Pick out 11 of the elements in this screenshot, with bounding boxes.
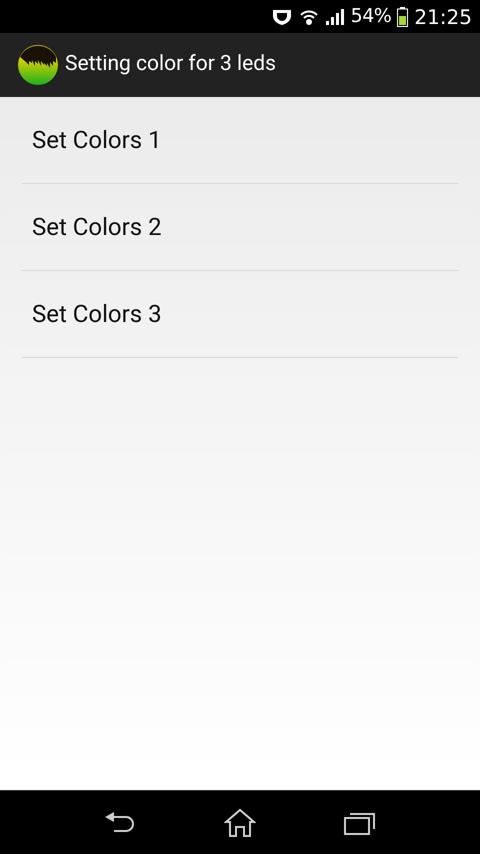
clock: 21:25 (414, 4, 472, 30)
list-item[interactable]: Set Colors 3 (22, 271, 458, 358)
battery-icon (397, 6, 408, 26)
app-title: Setting color for 3 leds (65, 51, 276, 78)
recent-apps-icon[interactable] (344, 810, 376, 834)
home-icon[interactable] (224, 808, 256, 838)
list-item[interactable]: Set Colors 2 (22, 184, 458, 271)
battery-percent: 54% (350, 4, 392, 30)
app-logo-icon (18, 45, 58, 85)
signal-icon (324, 8, 345, 26)
list-item[interactable]: Set Colors 1 (22, 97, 458, 184)
